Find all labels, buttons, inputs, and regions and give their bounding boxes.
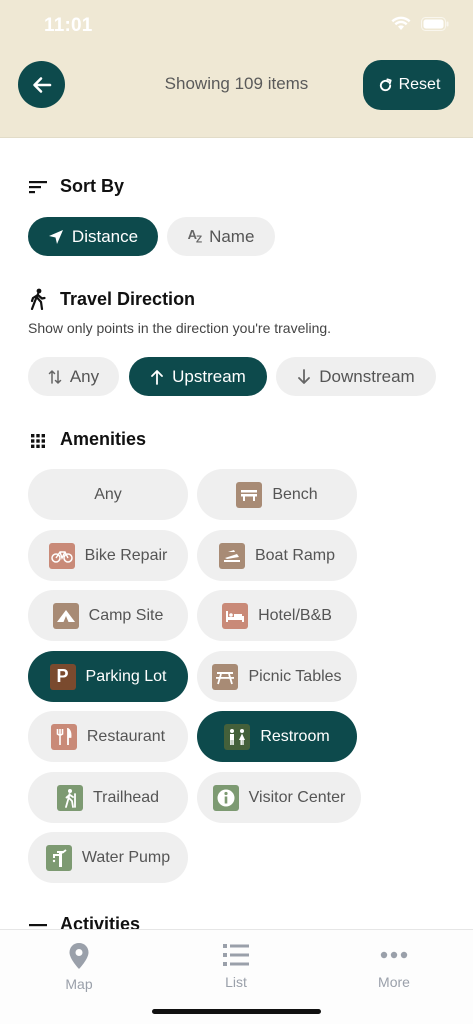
amenity-visitor-center-chip[interactable]: Visitor Center	[197, 772, 361, 823]
amenity-water-pump-chip[interactable]: Water Pump	[28, 832, 188, 883]
direction-upstream-chip[interactable]: Upstream	[129, 357, 267, 396]
reset-button[interactable]: Reset	[363, 60, 455, 110]
battery-icon	[421, 16, 449, 31]
amenity-boat-ramp-label: Boat Ramp	[254, 546, 336, 564]
tab-map-label: Map	[65, 976, 93, 992]
more-icon	[380, 951, 408, 959]
alphabetical-sort-icon: AZ	[187, 226, 203, 246]
amenity-boat-ramp-chip[interactable]: Boat Ramp	[197, 530, 357, 581]
sort-by-heading: Sort By	[28, 176, 124, 197]
sort-distance-label: Distance	[71, 226, 139, 246]
sort-name-chip[interactable]: AZ Name	[167, 217, 275, 256]
info-icon	[212, 784, 239, 811]
amenity-bench-label: Bench	[272, 485, 318, 503]
tent-icon	[52, 602, 79, 629]
amenity-restaurant-label: Restaurant	[86, 727, 166, 745]
sort-name-label: Name	[209, 226, 255, 246]
refresh-icon	[379, 77, 392, 91]
home-indicator	[152, 1009, 321, 1014]
direction-upstream-label: Upstream	[172, 366, 246, 386]
wifi-icon	[391, 16, 411, 30]
parking-icon: P	[49, 663, 76, 690]
grid-icon	[31, 433, 45, 448]
amenity-parking-lot-chip[interactable]: P Parking Lot	[28, 651, 188, 702]
amenities-heading: Amenities	[28, 429, 146, 450]
arrow-up-icon	[151, 369, 164, 385]
map-pin-icon	[69, 943, 89, 969]
direction-any-chip[interactable]: Any	[28, 357, 119, 396]
amenity-picnic-tables-label: Picnic Tables	[248, 667, 342, 685]
tab-map[interactable]: Map	[39, 942, 119, 992]
travel-direction-subtitle: Show only points in the direction you're…	[28, 320, 332, 336]
amenity-trailhead-label: Trailhead	[92, 788, 160, 806]
amenity-hotel-label: Hotel/B&B	[258, 606, 332, 624]
fork-knife-icon	[50, 723, 77, 750]
amenity-any-chip[interactable]: Any	[28, 469, 188, 520]
reset-label: Reset	[398, 76, 441, 93]
restroom-icon	[224, 723, 251, 750]
direction-downstream-label: Downstream	[319, 366, 415, 386]
picnic-table-icon	[212, 663, 239, 690]
header: 11:01 Showing 109 items Reset	[0, 0, 473, 138]
amenity-trailhead-chip[interactable]: Trailhead	[28, 772, 188, 823]
amenity-water-pump-label: Water Pump	[81, 848, 171, 866]
arrow-down-icon	[298, 368, 311, 384]
amenity-camp-site-label: Camp Site	[88, 606, 164, 624]
sort-icon	[29, 180, 47, 193]
travel-direction-title: Travel Direction	[60, 288, 196, 309]
amenities-title: Amenities	[60, 429, 147, 449]
amenity-bike-repair-chip[interactable]: Bike Repair	[28, 530, 188, 581]
amenity-bike-repair-label: Bike Repair	[84, 546, 168, 564]
boat-ramp-icon	[218, 542, 245, 569]
tab-list[interactable]: List	[196, 942, 276, 990]
tab-more-label: More	[378, 974, 410, 990]
location-arrow-icon	[48, 229, 63, 244]
direction-downstream-chip[interactable]: Downstream	[276, 357, 436, 396]
amenity-restroom-chip[interactable]: Restroom	[197, 711, 357, 762]
water-pump-icon	[45, 844, 72, 871]
bench-icon	[236, 481, 263, 508]
status-icons	[391, 16, 449, 31]
amenity-camp-site-chip[interactable]: Camp Site	[28, 590, 188, 641]
amenity-hotel-chip[interactable]: Hotel/B&B	[197, 590, 357, 641]
direction-any-label: Any	[69, 366, 100, 386]
amenity-visitor-center-label: Visitor Center	[248, 788, 346, 806]
amenity-picnic-tables-chip[interactable]: Picnic Tables	[197, 651, 357, 702]
tab-more[interactable]: More	[354, 942, 434, 990]
travel-direction-heading: Travel Direction	[28, 288, 195, 310]
amenity-bench-chip[interactable]: Bench	[197, 469, 357, 520]
amenity-restroom-label: Restroom	[260, 727, 330, 745]
sort-distance-chip[interactable]: Distance	[28, 217, 158, 256]
bed-icon	[222, 602, 249, 629]
amenity-any-label: Any	[94, 485, 122, 503]
bike-icon	[48, 542, 75, 569]
status-time: 11:01	[44, 15, 93, 36]
up-down-arrows-icon	[48, 369, 62, 384]
hiker-icon	[56, 784, 83, 811]
list-icon	[223, 944, 249, 966]
sort-by-title: Sort By	[60, 176, 125, 196]
tab-list-label: List	[225, 974, 247, 990]
amenity-parking-lot-label: Parking Lot	[85, 667, 167, 685]
walking-person-icon	[30, 288, 46, 310]
amenity-restaurant-chip[interactable]: Restaurant	[28, 711, 188, 762]
